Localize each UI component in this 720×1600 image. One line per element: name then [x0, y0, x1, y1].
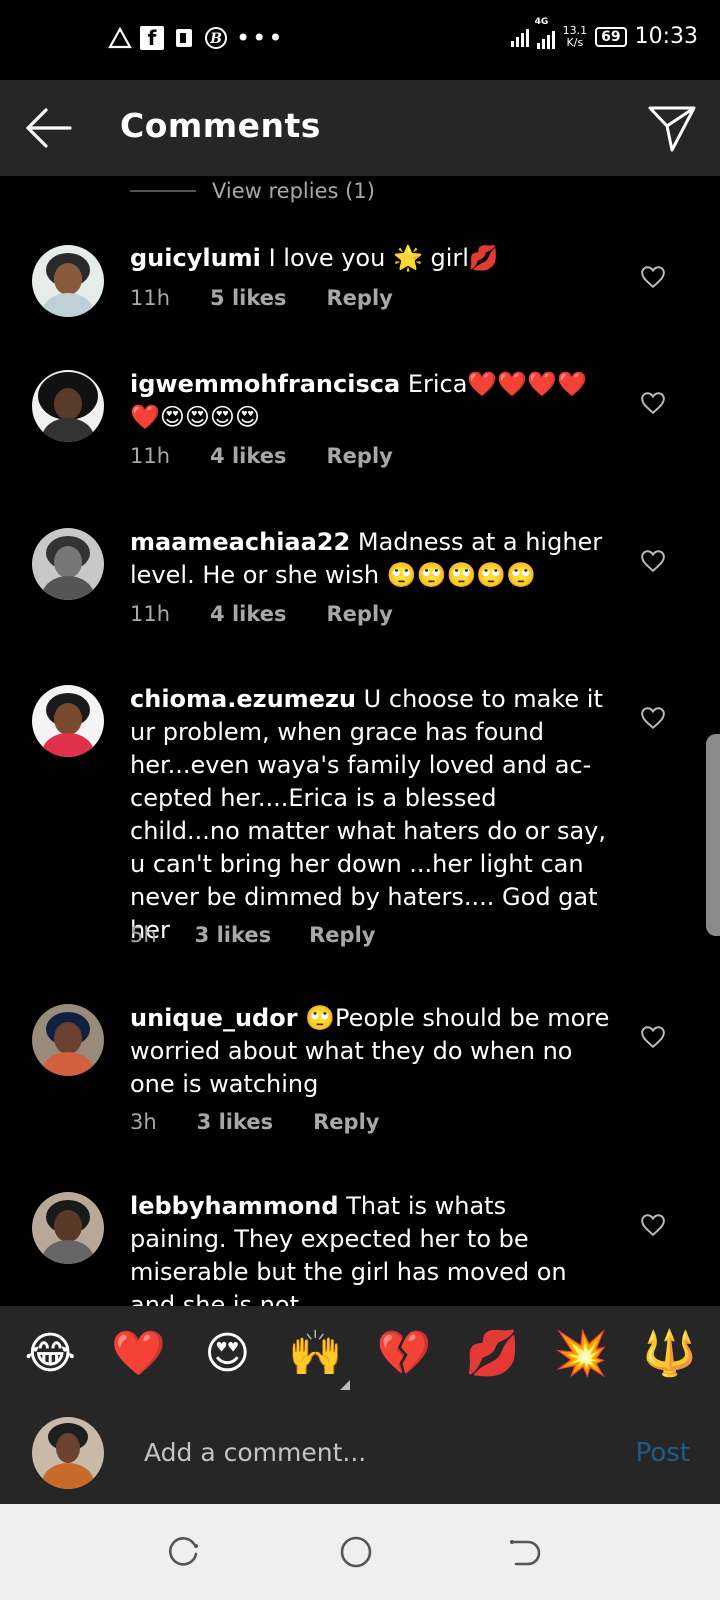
emoji-button[interactable]: 😂	[15, 1306, 85, 1402]
comment-likes[interactable]: 3 likes	[195, 923, 271, 947]
send-icon	[648, 106, 696, 152]
comment-text: guicylumi I love you 🌟 girl💋	[130, 242, 610, 275]
avatar[interactable]	[32, 245, 104, 317]
comment-text: maameachiaa22 Madness at a higher level.…	[130, 526, 610, 592]
avatar[interactable]	[32, 1004, 104, 1076]
comment-username[interactable]: lebbyhammond	[130, 1192, 339, 1220]
avatar[interactable]	[32, 1192, 104, 1264]
comment-username[interactable]: unique_udor	[130, 1004, 298, 1032]
heart-icon[interactable]	[640, 390, 666, 416]
emoji-button[interactable]: 🔱	[635, 1306, 705, 1402]
svg-text:B: B	[209, 31, 222, 47]
comment-list[interactable]: View replies (1) guicylumi I love you 🌟 …	[0, 176, 720, 1306]
view-replies-button[interactable]: View replies (1)	[130, 176, 375, 206]
comment-likes[interactable]: 4 likes	[210, 444, 286, 468]
comment-time: 3h	[130, 1110, 157, 1134]
status-bar: f B ••• 4G 13.1 K/s 69 10:33	[0, 0, 720, 80]
comment-meta: 11h 4 likes Reply	[130, 602, 393, 626]
comment-input[interactable]: Add a comment...	[144, 1432, 584, 1474]
avatar	[32, 1417, 104, 1489]
view-replies-label: View replies (1)	[212, 179, 375, 203]
signal-4g-icon: 4G	[535, 17, 555, 49]
skin-tone-indicator-icon	[340, 1380, 350, 1390]
comment-likes[interactable]: 5 likes	[210, 286, 286, 310]
battery-icon: 69	[595, 26, 627, 47]
emoji-button[interactable]: 💥	[546, 1306, 616, 1402]
b-app-icon: B	[204, 26, 228, 50]
arrow-left-icon	[26, 108, 72, 148]
clock: 10:33	[634, 24, 698, 49]
more-notifications-dots: •••	[236, 24, 285, 52]
back-button[interactable]	[22, 102, 74, 154]
signal-icon	[510, 27, 529, 47]
avatar[interactable]	[32, 685, 104, 757]
reply-button[interactable]: Reply	[327, 444, 393, 468]
home-icon[interactable]	[338, 1534, 374, 1570]
comment-username[interactable]: maameachiaa22	[130, 528, 350, 556]
heart-icon[interactable]	[640, 1024, 666, 1050]
comment-likes[interactable]: 4 likes	[210, 602, 286, 626]
comment-meta: 5h 3 likes Reply	[130, 923, 375, 947]
notification-icons: f B •••	[108, 24, 284, 52]
share-button[interactable]	[646, 102, 698, 154]
emoji-button[interactable]: 💋	[458, 1306, 528, 1402]
back-nav-icon[interactable]	[506, 1534, 542, 1570]
comment-time: 11h	[130, 602, 171, 626]
reply-button[interactable]: Reply	[313, 1110, 379, 1134]
comment-body: U choose to make it ur problem, when gra…	[130, 685, 607, 944]
comment-text: unique_udor 🙄People should be more worri…	[130, 1002, 610, 1101]
comment-body: I love you 🌟 girl💋	[268, 244, 499, 272]
recent-apps-icon[interactable]	[166, 1534, 202, 1570]
emoji-button[interactable]: 😍	[192, 1306, 262, 1402]
comment-time: 11h	[130, 286, 171, 310]
emoji-button[interactable]: 💔	[369, 1306, 439, 1402]
facebook-icon: f	[140, 26, 164, 50]
comment-meta: 11h 5 likes Reply	[130, 286, 393, 310]
comment-username[interactable]: igwemmohfrancisca	[130, 370, 400, 398]
comment-meta: 3h 3 likes Reply	[130, 1110, 379, 1134]
comment-username[interactable]: chioma.ezumezu	[130, 685, 356, 713]
warning-icon	[108, 26, 132, 50]
heart-icon[interactable]	[640, 1212, 666, 1238]
avatar[interactable]	[32, 370, 104, 442]
comment-text: lebbyhammond That is whats paining. They…	[130, 1190, 610, 1306]
network-speed: 13.1 K/s	[562, 23, 588, 49]
comment-text: igwemmohfrancisca Erica❤️❤️❤️❤️❤️😍😍😍😍	[130, 368, 610, 434]
heart-icon[interactable]	[640, 264, 666, 290]
comment-meta: 11h 4 likes Reply	[130, 444, 393, 468]
reply-button[interactable]: Reply	[309, 923, 375, 947]
emoji-quick-bar: 😂 ❤️ 😍 🙌 💔 💋 💥 🔱	[0, 1306, 720, 1402]
page-title: Comments	[120, 106, 321, 145]
heart-icon[interactable]	[640, 548, 666, 574]
comment-time: 5h	[130, 923, 157, 947]
avatar[interactable]	[32, 528, 104, 600]
reply-button[interactable]: Reply	[327, 602, 393, 626]
post-button[interactable]: Post	[636, 1432, 690, 1474]
comment-time: 11h	[130, 444, 171, 468]
divider	[130, 190, 196, 192]
top-app-bar: Comments	[0, 80, 720, 176]
office-icon	[172, 26, 196, 50]
comment-username[interactable]: guicylumi	[130, 244, 261, 272]
emoji-button[interactable]: ❤️	[104, 1306, 174, 1402]
system-status: 4G 13.1 K/s 69 10:33	[510, 17, 698, 49]
heart-icon[interactable]	[640, 705, 666, 731]
edge-panel-handle[interactable]	[706, 734, 720, 936]
comment-likes[interactable]: 3 likes	[197, 1110, 273, 1134]
system-nav-bar	[0, 1504, 720, 1600]
reply-button[interactable]: Reply	[327, 286, 393, 310]
comment-text: chioma.ezumezu U choose to make it ur pr…	[130, 683, 610, 947]
add-comment-bar: Add a comment... Post	[0, 1402, 720, 1504]
